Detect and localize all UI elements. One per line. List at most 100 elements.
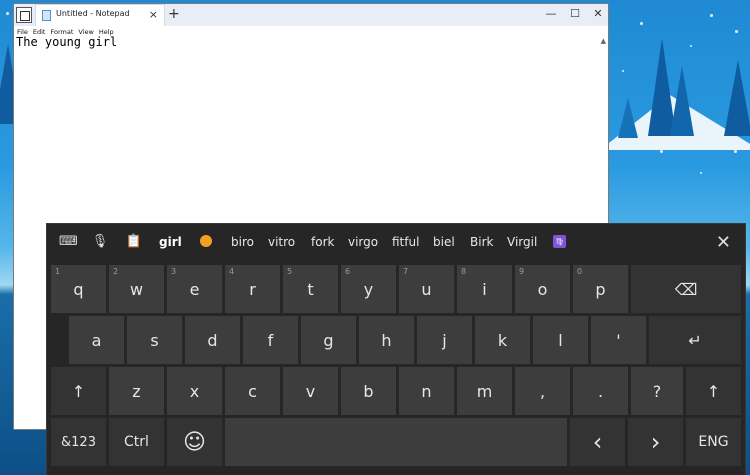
suggestion-virgo[interactable]: virgo [348,235,378,249]
key-label: e [189,279,200,299]
notepad-tab[interactable]: Untitled - Notepad × [36,5,164,26]
cursor-left-key[interactable]: ‹ [570,418,625,466]
key-label: m [476,381,493,401]
key-label: n [421,381,432,401]
zodiac-virgo-icon[interactable]: ♍ [553,235,566,248]
wallpaper-tree [618,98,638,138]
key-i[interactable]: 8i [457,265,512,313]
snowflake [660,150,663,153]
key-label: Ctrl [124,434,149,450]
suggestion-fork[interactable]: fork [311,235,334,249]
key-n[interactable]: n [399,367,454,415]
key-number-hint: 6 [345,267,351,276]
suggestion-biel[interactable]: biel [433,235,455,249]
chevron-left-icon: ‹ [592,428,603,456]
backspace-icon: ⌫ [674,279,698,299]
wallpaper-tree [724,60,750,136]
key-number-hint: 0 [577,267,583,276]
key-j[interactable]: j [417,316,472,364]
emoji-suggestion-icon[interactable] [200,235,212,247]
key-question[interactable]: ? [631,367,683,415]
key-number-hint: 3 [171,267,177,276]
suggestion-birk[interactable]: Birk [470,235,493,249]
key-l[interactable]: l [533,316,588,364]
key-c[interactable]: c [225,367,280,415]
snowflake [6,12,9,15]
suggestion-biro[interactable]: biro [231,235,254,249]
microphone-icon[interactable]: 🎙 [91,234,109,250]
key-v[interactable]: v [283,367,338,415]
key-label: &123 [61,434,96,450]
enter-icon: ↵ [688,330,702,350]
notepad-titlebar[interactable]: Untitled - Notepad × + — ☐ ✕ [14,4,608,26]
space-key[interactable] [225,418,567,466]
key-apostrophe[interactable]: ' [591,316,646,364]
key-label: l [558,330,563,350]
text-editor[interactable]: The young girl [16,35,117,49]
minimize-button[interactable]: — [542,7,560,20]
shift-key-right[interactable]: ↑ [686,367,741,415]
key-label: d [207,330,218,350]
key-s[interactable]: s [127,316,182,364]
key-comma[interactable]: , [515,367,570,415]
key-u[interactable]: 7u [399,265,454,313]
key-label: p [595,279,606,299]
key-x[interactable]: x [167,367,222,415]
key-t[interactable]: 5t [283,265,338,313]
suggestion-fitful[interactable]: fitful [392,235,419,249]
key-number-hint: 8 [461,267,467,276]
chevron-right-icon: › [650,428,661,456]
key-q[interactable]: 1q [51,265,106,313]
key-g[interactable]: g [301,316,356,364]
key-label: f [267,330,274,350]
suggestion-bar: ⌨ 🎙 📋 girl biro vitro fork virgo fitful … [47,224,745,261]
clipboard-icon[interactable]: 📋 [125,234,143,250]
key-p[interactable]: 0p [573,265,628,313]
key-e[interactable]: 3e [167,265,222,313]
snowflake [622,70,624,72]
scroll-up-icon[interactable]: ▲ [601,37,606,45]
key-period[interactable]: . [573,367,628,415]
key-f[interactable]: f [243,316,298,364]
snowflake [710,14,713,17]
key-d[interactable]: d [185,316,240,364]
key-h[interactable]: h [359,316,414,364]
shift-key-left[interactable]: ↑ [51,367,106,415]
maximize-button[interactable]: ☐ [566,7,584,20]
key-z[interactable]: z [109,367,164,415]
task-view-icon[interactable] [16,7,32,23]
ctrl-key[interactable]: Ctrl [109,418,164,466]
key-label: ' [616,330,621,350]
key-w[interactable]: 2w [109,265,164,313]
language-key[interactable]: ENG [686,418,741,466]
suggestion-virgil[interactable]: Virgil [507,235,537,249]
key-r[interactable]: 4r [225,265,280,313]
key-label: , [539,381,546,401]
key-label: b [363,381,374,401]
key-number-hint: 4 [229,267,235,276]
tab-close-icon[interactable]: × [149,8,158,21]
suggestion-vitro[interactable]: vitro [268,235,295,249]
key-y[interactable]: 6y [341,265,396,313]
shift-icon: ↑ [71,381,86,401]
cursor-right-key[interactable]: › [628,418,683,466]
enter-key[interactable]: ↵ [649,316,741,364]
close-button[interactable]: ✕ [589,7,607,20]
backspace-key[interactable]: ⌫ [631,265,741,313]
emoji-key[interactable]: ☺ [167,418,222,466]
symbols-key[interactable]: &123 [51,418,106,466]
key-k[interactable]: k [475,316,530,364]
close-keyboard-icon[interactable]: ✕ [716,232,731,253]
key-label: k [497,330,508,350]
key-a[interactable]: a [69,316,124,364]
keyboard-settings-icon[interactable]: ⌨ [59,234,78,250]
new-tab-button[interactable]: + [168,6,180,22]
key-number-hint: 2 [113,267,119,276]
key-label: a [91,330,102,350]
key-m[interactable]: m [457,367,512,415]
snowflake [734,150,737,153]
key-b[interactable]: b [341,367,396,415]
key-label: v [305,381,316,401]
key-o[interactable]: 9o [515,265,570,313]
suggestion-girl[interactable]: girl [159,235,182,249]
